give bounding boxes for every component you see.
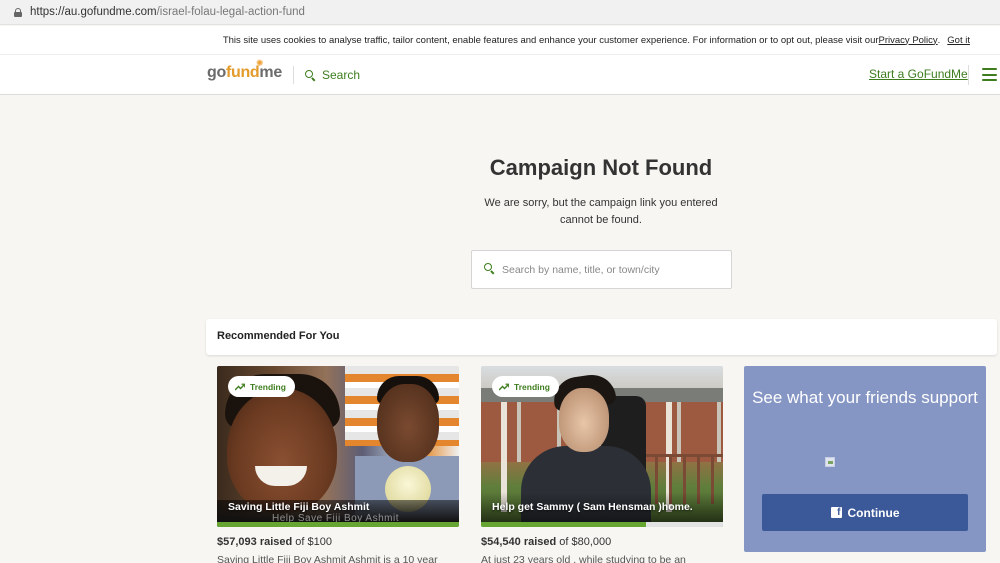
- trending-icon: [235, 383, 245, 390]
- campaign-title[interactable]: Help get Sammy ( Sam Hensman )home.: [492, 501, 693, 513]
- url-text[interactable]: https://au.gofundme.com/israel-folau-leg…: [30, 6, 305, 18]
- recommended-header: Recommended For You: [206, 319, 997, 355]
- logo-go: go: [207, 64, 226, 81]
- campaign-description: At just 23 years old , while studying to…: [481, 554, 686, 563]
- search-icon: [305, 70, 315, 80]
- campaign-image[interactable]: Trending Help Save Fiji Boy Ashmit Savin…: [217, 366, 459, 527]
- lock-icon: [14, 7, 22, 17]
- header-search-button[interactable]: Search: [305, 68, 360, 82]
- hamburger-menu-icon[interactable]: [982, 68, 997, 82]
- trending-badge: Trending: [228, 376, 295, 397]
- campaign-card[interactable]: Trending Help get Sammy ( Sam Hensman )h…: [481, 366, 723, 563]
- broken-image-icon: [825, 457, 835, 467]
- progress-bar: [217, 522, 459, 527]
- trending-label: Trending: [514, 381, 550, 392]
- header-divider-right: [968, 65, 969, 85]
- not-found-message: We are sorry, but the campaign link you …: [484, 197, 718, 226]
- progress-bar: [481, 522, 723, 527]
- facebook-icon: f: [830, 507, 842, 518]
- campaign-image[interactable]: Trending Help get Sammy ( Sam Hensman )h…: [481, 366, 723, 527]
- logo-sun-icon: ✺: [256, 58, 263, 68]
- campaign-description: Saving Little Fiji Boy Ashmit Ashmit is …: [217, 554, 438, 563]
- logo-fund: fund: [225, 64, 260, 81]
- trending-icon: [499, 383, 509, 390]
- url-path: /israel-folau-legal-action-fund: [156, 6, 305, 18]
- campaign-search-box[interactable]: [471, 250, 732, 289]
- start-gofundme-link[interactable]: Start a GoFundMe: [869, 67, 968, 81]
- browser-url-bar[interactable]: https://au.gofundme.com/israel-folau-leg…: [0, 0, 1000, 25]
- header-search-label: Search: [322, 68, 361, 82]
- facebook-continue-button[interactable]: f Continue: [762, 494, 968, 531]
- search-icon: [484, 263, 494, 273]
- campaign-card[interactable]: Trending Help Save Fiji Boy Ashmit Savin…: [217, 366, 459, 563]
- trending-label: Trending: [250, 381, 286, 392]
- continue-label: Continue: [847, 505, 900, 520]
- cookie-text: This site uses cookies to analyse traffi…: [222, 34, 879, 46]
- recommended-heading: Recommended For You: [217, 330, 340, 342]
- gofundme-logo[interactable]: gofundme ✺: [207, 58, 282, 82]
- url-host: https://au.gofundme.com: [30, 6, 157, 18]
- page-title: Campaign Not Found: [489, 155, 713, 180]
- campaign-search-input[interactable]: [502, 259, 722, 281]
- raised-amount: $54,540 raised of $80,000: [481, 536, 612, 548]
- campaign-title[interactable]: Saving Little Fiji Boy Ashmit: [228, 501, 369, 513]
- trending-badge: Trending: [492, 376, 559, 397]
- header-divider: [293, 66, 294, 84]
- cookie-banner: This site uses cookies to analyse traffi…: [0, 26, 1000, 54]
- friends-title: See what your friends support: [752, 388, 978, 407]
- friends-support-panel: See what your friends support f Continue: [744, 366, 986, 552]
- cookie-period: .: [937, 34, 941, 46]
- got-it-link[interactable]: Got it: [947, 35, 970, 46]
- privacy-policy-link[interactable]: Privacy Policy: [879, 35, 938, 46]
- raised-amount: $57,093 raised of $100: [217, 536, 332, 548]
- site-header: gofundme ✺ Search Start a GoFundMe: [0, 54, 1000, 95]
